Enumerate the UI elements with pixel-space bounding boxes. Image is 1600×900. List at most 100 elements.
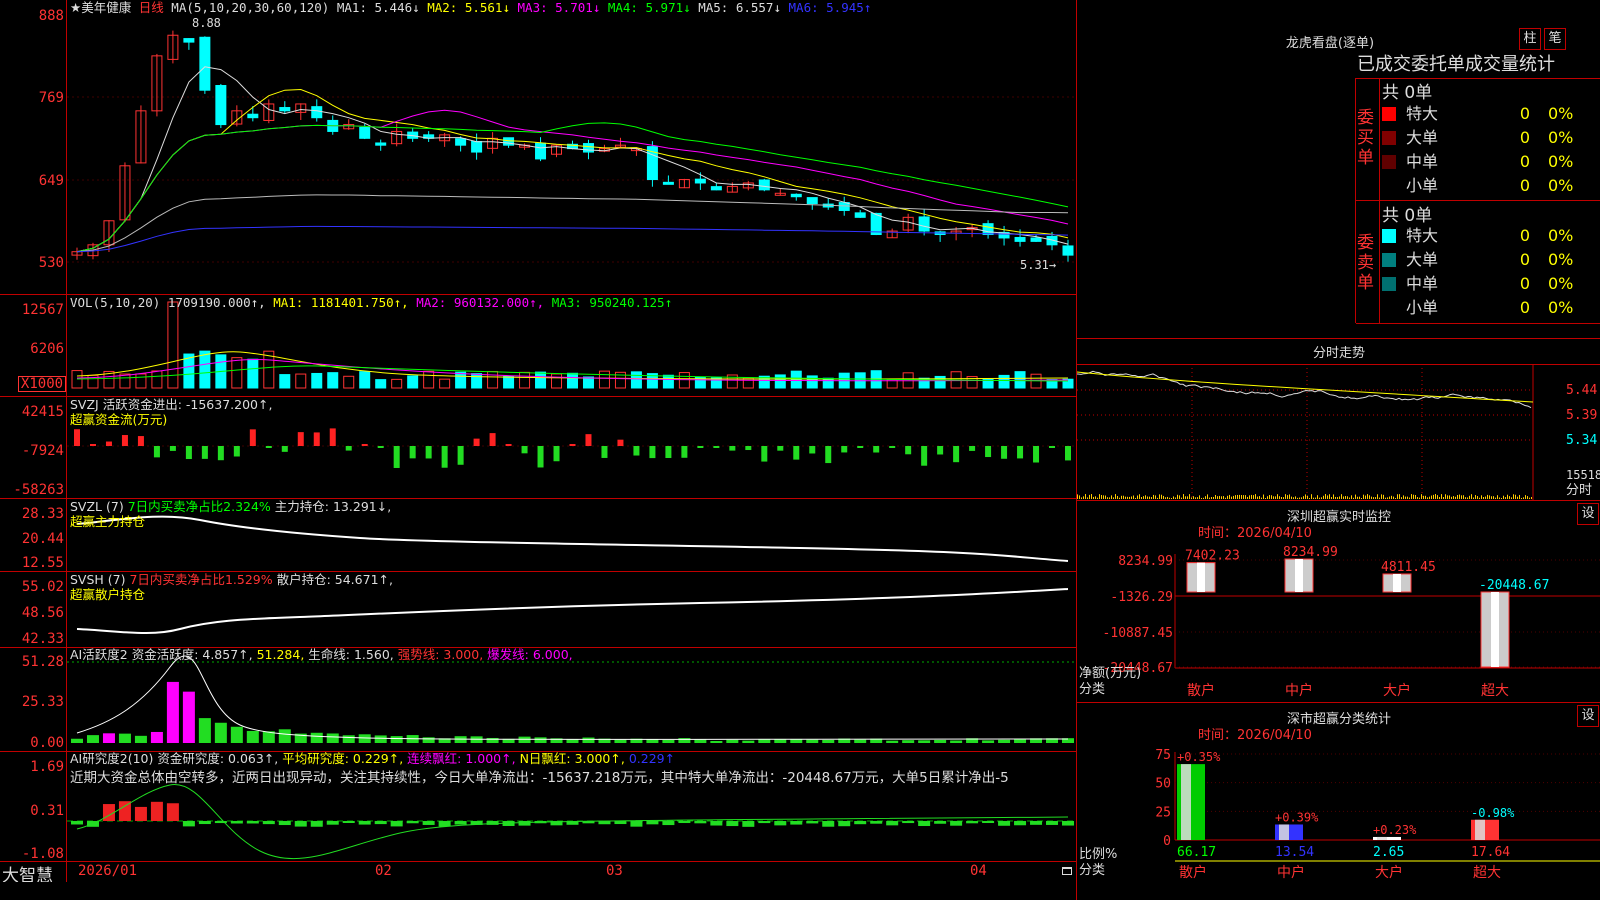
intraday-volume-bar bbox=[1177, 494, 1178, 499]
intraday-volume-bar bbox=[1505, 497, 1506, 499]
sz-stats-chart[interactable]: 75 50 25 0 +0.35% 66.17 散户 +0.39% 13.54 中户 +0.23% 2… bbox=[1077, 744, 1600, 900]
lhb-bar-button[interactable]: 柱 bbox=[1519, 28, 1541, 50]
svsh-params: SVSH (7) bbox=[70, 572, 126, 587]
intraday-chart[interactable] bbox=[1077, 364, 1600, 500]
svzj-bar bbox=[121, 435, 128, 446]
price-axis-label: 649 bbox=[38, 173, 64, 189]
panel-divider bbox=[0, 396, 1076, 397]
intraday-volume-bar bbox=[1139, 494, 1140, 499]
lhb-sell-row: 中单 0 0% bbox=[1380, 272, 1573, 296]
sz-monitor-value-label: -20448.67 bbox=[1479, 578, 1549, 593]
intraday-volume-bar bbox=[1323, 495, 1324, 499]
period-label[interactable]: 日线 bbox=[139, 0, 164, 15]
intraday-volume-bar bbox=[1503, 495, 1504, 499]
ai-activity-bar bbox=[742, 740, 755, 743]
svsh-header: SVSH (7) 7日内买卖净占比1.529% 散户持仓: 54.671↑, bbox=[70, 573, 393, 587]
ai-research-bar bbox=[950, 821, 963, 826]
ai-research-bar bbox=[358, 821, 371, 825]
sz-stats-chart-area[interactable]: 75 50 25 0 +0.35% 66.17 散户 +0.39% 13.54 中户 +0.23% 2… bbox=[1077, 744, 1600, 900]
sz-monitor-settings-button[interactable]: 设 bbox=[1577, 503, 1599, 525]
intraday-volume-bar bbox=[1277, 494, 1278, 499]
intraday-volume-bar bbox=[1303, 496, 1304, 499]
sz-stats-category-label: 中户 bbox=[1277, 864, 1305, 881]
intraday-volume-bar bbox=[1221, 496, 1222, 499]
sz-stats-settings-button[interactable]: 设 bbox=[1577, 705, 1599, 727]
intraday-volume-bar bbox=[1283, 497, 1284, 499]
intraday-volume-bar bbox=[1403, 495, 1404, 499]
svzj-bar bbox=[665, 446, 672, 458]
svzl-panel[interactable]: SVZL (7) 7日内买卖净占比2.324% 主力持仓: 13.291↓, 超… bbox=[0, 498, 1076, 571]
intraday-volume-bar bbox=[1325, 494, 1326, 499]
intraday-chart-area[interactable] bbox=[1077, 364, 1600, 500]
brand-logo: 大智慧 bbox=[2, 866, 53, 882]
svzj-bar bbox=[745, 446, 752, 451]
ai-research-chart[interactable] bbox=[0, 751, 1076, 861]
sz-stats-bar-highlight bbox=[1181, 764, 1191, 840]
lhb-swatch bbox=[1382, 131, 1396, 145]
intraday-volume-bar bbox=[1529, 497, 1530, 499]
intraday-volume-bar bbox=[1519, 494, 1520, 499]
intraday-volume-bar bbox=[1481, 495, 1482, 499]
ai-research-panel[interactable]: AI研究度2(10) 资金研究度: 0.063↑, 平均研究度: 0.229↑,… bbox=[0, 751, 1076, 861]
volume-bar bbox=[790, 370, 802, 389]
intraday-volume-bar bbox=[1407, 496, 1408, 499]
svzj-bar bbox=[377, 446, 384, 448]
intraday-volume-bar bbox=[1297, 497, 1298, 499]
sz-monitor-value-label: 4811.45 bbox=[1381, 560, 1436, 575]
svzl-axis-label: 28.33 bbox=[21, 506, 64, 522]
intraday-volume-bar bbox=[1487, 494, 1488, 499]
sz-monitor-bar-highlight bbox=[1491, 592, 1499, 667]
ai-life-line: 生命线: 1.560, bbox=[308, 647, 394, 662]
svzj-bar bbox=[1001, 446, 1008, 459]
intraday-volume-bar bbox=[1287, 495, 1288, 499]
sz-monitor-bar-highlight bbox=[1393, 573, 1401, 592]
intraday-volume-bar bbox=[1265, 497, 1266, 499]
ai-activity-bar bbox=[566, 739, 579, 743]
ai-activity-panel[interactable]: AI活跃度2 资金活跃度: 4.857↑, 51.284, 生命线: 1.560… bbox=[0, 647, 1076, 751]
svzj-bar bbox=[473, 438, 480, 446]
ai-activity-bar bbox=[614, 739, 627, 743]
intraday-volume-bar bbox=[1157, 497, 1158, 499]
ai-research-bar bbox=[774, 821, 787, 826]
svzj-bar bbox=[697, 446, 704, 448]
ai-research-bar bbox=[342, 821, 355, 824]
candle bbox=[582, 143, 594, 153]
intraday-volume-bar bbox=[1341, 494, 1342, 499]
intraday-volume-bar bbox=[1121, 495, 1122, 499]
volume-panel[interactable]: VOL(5,10,20) 1709190.000↑, MA1: 1181401.… bbox=[0, 294, 1076, 396]
sz-monitor-chart[interactable]: 8234.99 -1326.29 -10887.45 -20448.67 7402.23… bbox=[1077, 540, 1600, 702]
volume-bar bbox=[231, 357, 243, 389]
svsh-panel[interactable]: SVSH (7) 7日内买卖净占比1.529% 散户持仓: 54.671↑, 超… bbox=[0, 571, 1076, 647]
candlestick-chart[interactable] bbox=[0, 0, 1076, 294]
lhb-tick-button[interactable]: 笔 bbox=[1544, 28, 1566, 50]
candle bbox=[758, 179, 770, 191]
intraday-volume-bar bbox=[1273, 496, 1274, 499]
ai-activity-bar bbox=[326, 733, 339, 743]
volume-bar bbox=[455, 371, 467, 389]
intraday-volume-bar bbox=[1513, 494, 1514, 499]
intraday-volume-bar bbox=[1103, 495, 1104, 499]
ai-activity-bar bbox=[246, 730, 259, 743]
ai-activity-bar bbox=[470, 736, 483, 743]
svzj-panel[interactable]: SVZJ 活跃资金进出: -15637.200↑, 超赢资金流(万元) 4241… bbox=[0, 396, 1076, 498]
sz-monitor-chart-area[interactable]: 8234.99 -1326.29 -10887.45 -20448.67 7402.23… bbox=[1077, 540, 1600, 702]
intraday-volume-bar bbox=[1311, 494, 1312, 499]
lhb-row-pct: 0% bbox=[1548, 226, 1574, 245]
svzj-bar bbox=[633, 446, 640, 456]
stock-name[interactable]: ★美年健康 bbox=[70, 0, 131, 15]
svzl-axis-label: 12.55 bbox=[21, 555, 64, 571]
lhb-row-name: 中单 bbox=[1406, 274, 1439, 293]
intraday-volume-bar bbox=[1521, 497, 1522, 499]
ai-activity-bar bbox=[534, 737, 547, 743]
intraday-volume-bar bbox=[1489, 495, 1490, 499]
ai-research-bar bbox=[150, 801, 163, 821]
svsh-subtitle: 超赢散户持仓 bbox=[70, 587, 146, 602]
intraday-title: 分时走势 bbox=[1312, 346, 1365, 361]
lhb-row-count: 0 bbox=[1519, 176, 1530, 195]
intraday-volume-bar bbox=[1267, 496, 1268, 499]
kline-panel[interactable]: ★美年健康 日线 MA(5,10,20,30,60,120) MA1: 5.44… bbox=[0, 0, 1076, 294]
price-axis-label: 769 bbox=[38, 90, 64, 106]
intraday-volume-bar bbox=[1517, 496, 1518, 499]
intraday-volume-bar bbox=[1493, 496, 1494, 499]
ai-activity-chart[interactable] bbox=[0, 647, 1076, 751]
